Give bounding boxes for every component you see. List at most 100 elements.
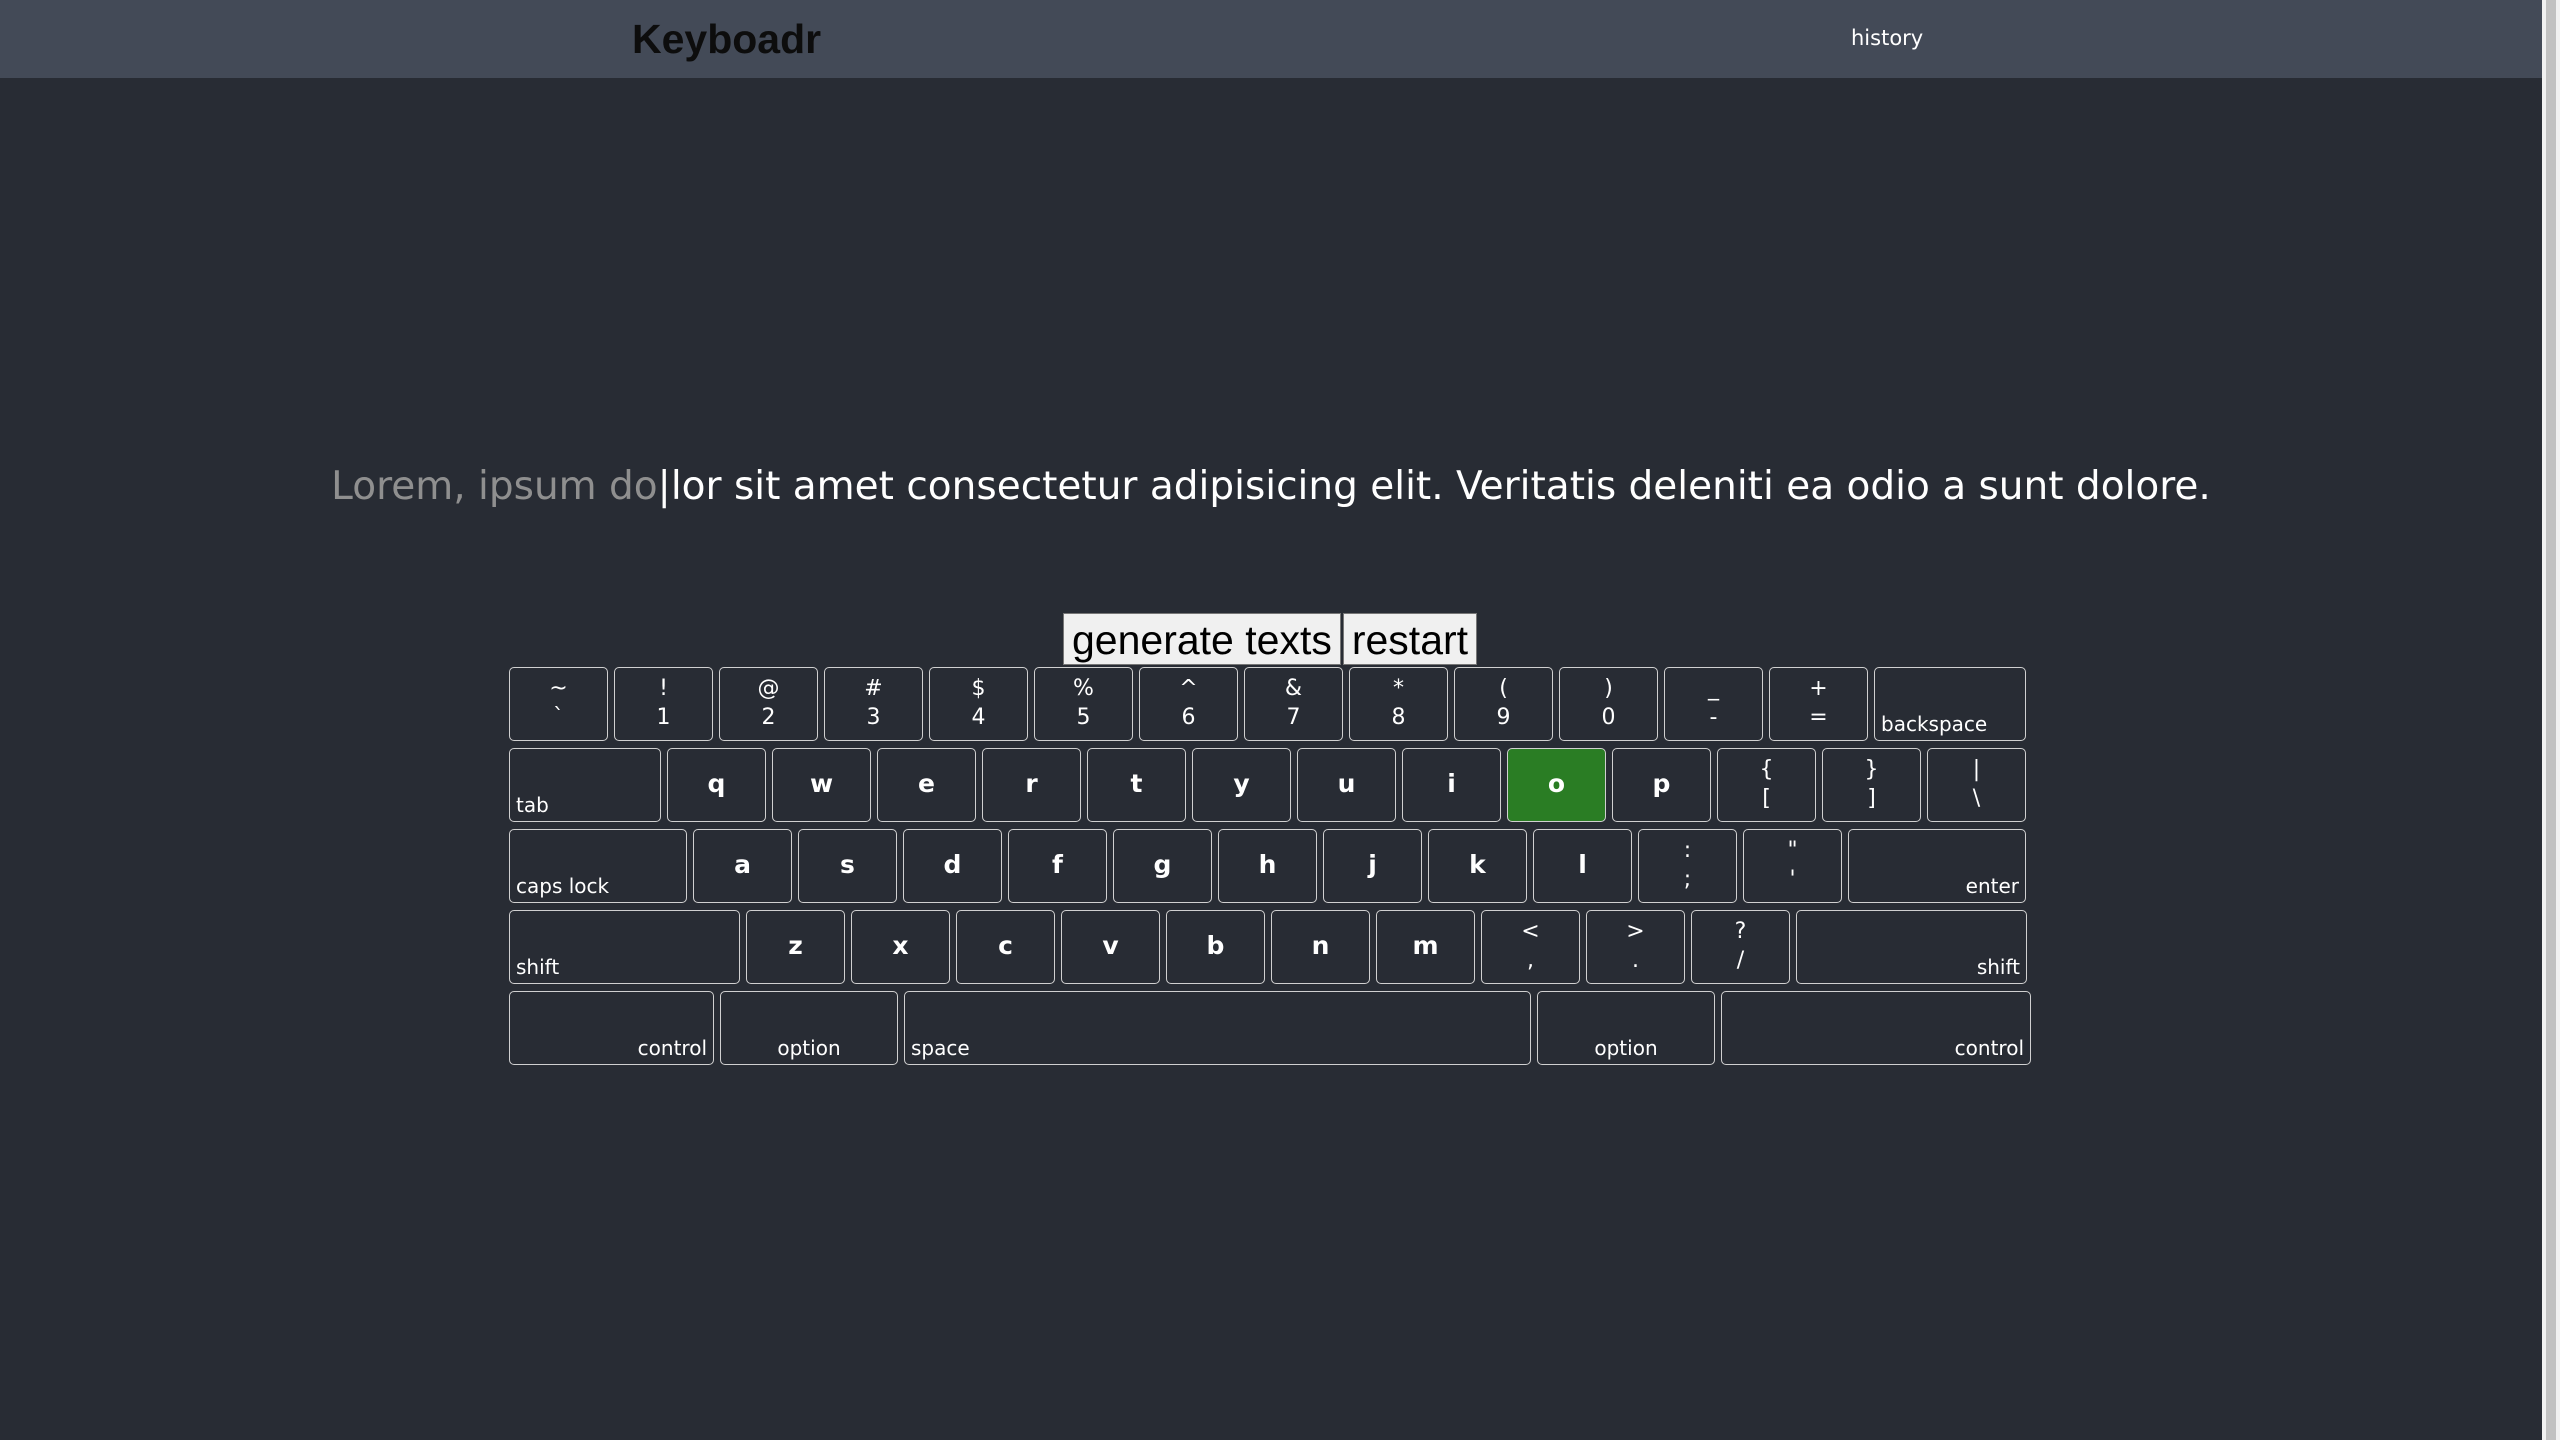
key-2[interactable]: @2 — [719, 667, 818, 741]
key-char: , — [1527, 948, 1534, 973]
key-char: 9 — [1496, 705, 1511, 730]
key-period[interactable]: >. — [1586, 910, 1685, 984]
key-char: r — [1025, 769, 1038, 798]
key-char: l — [1578, 850, 1587, 879]
key-char: z — [788, 931, 803, 960]
navbar: Keyboadr history — [0, 0, 2542, 78]
key-b[interactable]: b — [1166, 910, 1265, 984]
key-enter[interactable]: enter — [1848, 829, 2026, 903]
key-a[interactable]: a — [693, 829, 792, 903]
key-l[interactable]: l — [1533, 829, 1632, 903]
key-r[interactable]: r — [982, 748, 1081, 822]
key-shift-right[interactable]: shift — [1796, 910, 2027, 984]
key-backslash[interactable]: | \ — [1927, 748, 2026, 822]
key-minus[interactable]: _ - — [1664, 667, 1763, 741]
key-quote[interactable]: " ' — [1743, 829, 1842, 903]
key-m[interactable]: m — [1376, 910, 1475, 984]
key-space[interactable]: space — [904, 991, 1531, 1065]
key-shift-char: { — [1759, 757, 1774, 782]
key-char: f — [1052, 850, 1063, 879]
key-z[interactable]: z — [746, 910, 845, 984]
key-k[interactable]: k — [1428, 829, 1527, 903]
key-comma[interactable]: <, — [1481, 910, 1580, 984]
key-v[interactable]: v — [1061, 910, 1160, 984]
key-q[interactable]: q — [667, 748, 766, 822]
key-option-right[interactable]: option — [1537, 991, 1715, 1065]
key-6[interactable]: ^ 6 — [1139, 667, 1238, 741]
key-7[interactable]: & 7 — [1244, 667, 1343, 741]
generate-texts-button[interactable]: generate texts — [1063, 613, 1341, 665]
key-control-right[interactable]: control — [1721, 991, 2031, 1065]
key-char: h — [1258, 850, 1277, 879]
key-tab[interactable]: tab — [509, 748, 661, 822]
key-shift-char: ~ — [549, 676, 568, 701]
key-control-left[interactable]: control — [509, 991, 714, 1065]
key-backtick[interactable]: ~ ` — [509, 667, 608, 741]
nav-history-link[interactable]: history — [1851, 26, 1923, 50]
restart-button[interactable]: restart — [1342, 613, 1478, 665]
key-i[interactable]: i — [1402, 748, 1501, 822]
key-j[interactable]: j — [1323, 829, 1422, 903]
key-5[interactable]: % 5 — [1034, 667, 1133, 741]
key-char: t — [1130, 769, 1143, 798]
key-option-left[interactable]: option — [720, 991, 898, 1065]
vertical-scrollbar[interactable] — [2542, 0, 2560, 1440]
key-c[interactable]: c — [956, 910, 1055, 984]
key-equals[interactable]: + = — [1769, 667, 1868, 741]
key-y[interactable]: y — [1192, 748, 1291, 822]
key-w[interactable]: w — [772, 748, 871, 822]
key-slash[interactable]: ? / — [1691, 910, 1790, 984]
key-n[interactable]: n — [1271, 910, 1370, 984]
typing-text: Lorem, ipsum do|lor sit amet consectetur… — [0, 464, 2542, 509]
key-backspace[interactable]: backspace — [1874, 667, 2026, 741]
key-3[interactable]: #3 — [824, 667, 923, 741]
key-9[interactable]: (9 — [1454, 667, 1553, 741]
key-8[interactable]: * 8 — [1349, 667, 1448, 741]
typed-text: Lorem, ipsum do — [331, 464, 658, 509]
key-char: 3 — [866, 705, 881, 730]
key-char: s — [840, 850, 855, 879]
key-label: shift — [1976, 955, 2020, 979]
key-f[interactable]: f — [1008, 829, 1107, 903]
key-char: / — [1736, 948, 1745, 973]
key-char: y — [1233, 769, 1250, 798]
key-g[interactable]: g — [1113, 829, 1212, 903]
key-u[interactable]: u — [1297, 748, 1396, 822]
key-p[interactable]: p — [1612, 748, 1711, 822]
key-0[interactable]: ) 0 — [1559, 667, 1658, 741]
scrollbar-thumb[interactable] — [2546, 0, 2556, 1440]
key-t[interactable]: t — [1087, 748, 1186, 822]
key-char: 5 — [1076, 705, 1091, 730]
key-4[interactable]: $4 — [929, 667, 1028, 741]
key-label: enter — [1965, 874, 2019, 898]
key-d[interactable]: d — [903, 829, 1002, 903]
key-semicolon[interactable]: :; — [1638, 829, 1737, 903]
key-label: option — [1594, 1036, 1658, 1060]
key-label: control — [637, 1036, 707, 1060]
key-char: x — [892, 931, 909, 960]
key-o[interactable]: o — [1507, 748, 1606, 822]
key-left-bracket[interactable]: {[ — [1717, 748, 1816, 822]
key-e[interactable]: e — [877, 748, 976, 822]
remaining-text: lor sit amet consectetur adipisicing eli… — [670, 464, 2211, 509]
key-char: e — [918, 769, 935, 798]
key-1[interactable]: ! 1 — [614, 667, 713, 741]
key-label: control — [1954, 1036, 2024, 1060]
key-char: j — [1368, 850, 1377, 879]
key-char: b — [1206, 931, 1225, 960]
key-s[interactable]: s — [798, 829, 897, 903]
key-char: a — [734, 850, 751, 879]
key-x[interactable]: x — [851, 910, 950, 984]
key-h[interactable]: h — [1218, 829, 1317, 903]
key-right-bracket[interactable]: }] — [1822, 748, 1921, 822]
key-shift-char: ( — [1499, 676, 1508, 701]
action-buttons: generate texts restart — [1063, 613, 1478, 665]
key-shift-char: # — [864, 676, 883, 701]
key-shift-char: " — [1787, 838, 1798, 863]
key-char: c — [998, 931, 1013, 960]
key-shift-left[interactable]: shift — [509, 910, 740, 984]
brand-logo: Keyboadr — [632, 16, 822, 62]
key-caps-lock[interactable]: caps lock — [509, 829, 687, 903]
key-char: \ — [1972, 786, 1981, 811]
key-shift-char: ^ — [1179, 676, 1198, 701]
